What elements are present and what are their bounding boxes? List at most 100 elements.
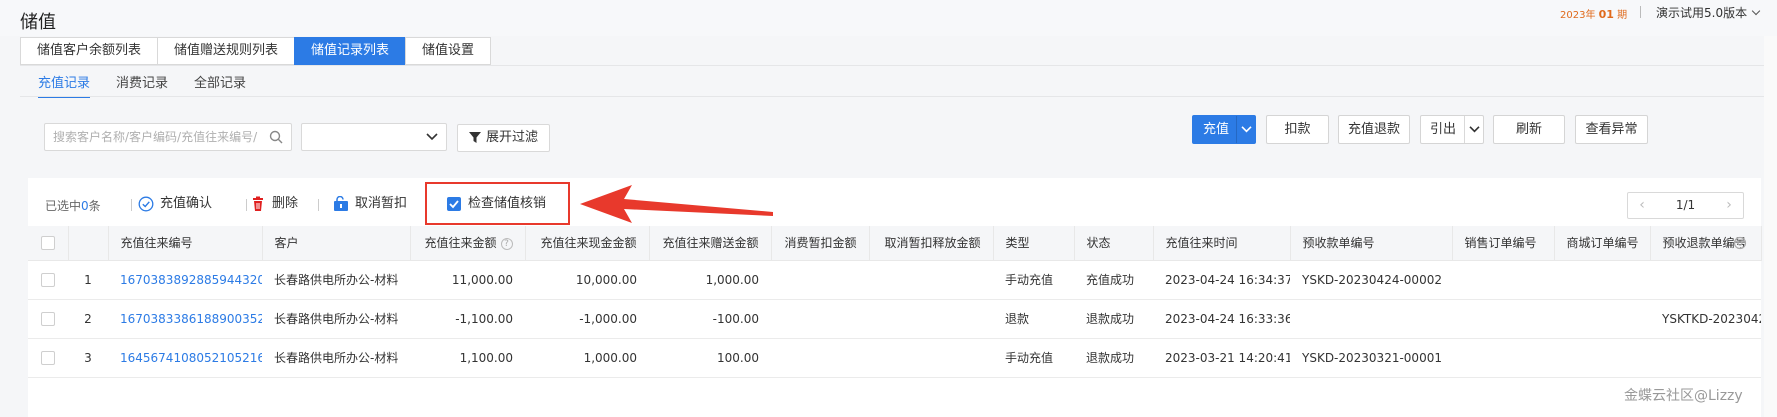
col-header[interactable]: 类型 xyxy=(993,226,1075,261)
col-header[interactable]: 预收款单编号 xyxy=(1290,226,1453,261)
top-bar: 储值 2023年 01 期 演示试用5.0版本 xyxy=(0,0,1777,36)
col-header[interactable]: 销售订单编号 xyxy=(1452,226,1555,261)
action-divider xyxy=(318,199,319,211)
column-settings-gear-icon[interactable] xyxy=(1733,236,1747,250)
customer-cell: 长春路供电所办公-材料 xyxy=(262,299,410,339)
hold-amount-cell xyxy=(771,338,869,378)
type-cell: 手动充值 xyxy=(993,338,1074,378)
tab-customer-balance[interactable]: 储值客户余额列表 xyxy=(20,37,159,65)
period-suffix: 期 xyxy=(1617,10,1628,21)
time-cell: 2023-03-21 14:20:41 xyxy=(1153,338,1290,378)
row-checkbox[interactable] xyxy=(41,272,55,287)
sub-tabs: 充值记录 消费记录 全部记录 xyxy=(38,72,272,98)
export-button[interactable]: 引出 xyxy=(1420,115,1484,144)
status-cell: 退款成功 xyxy=(1074,338,1153,378)
deduct-button[interactable]: 扣款 xyxy=(1266,115,1329,144)
col-header[interactable]: 充值往来编号 xyxy=(108,226,263,261)
sales-order-cell xyxy=(1452,338,1554,378)
help-icon[interactable]: ? xyxy=(500,237,513,250)
tab-stored-value-records[interactable]: 储值记录列表 xyxy=(294,37,407,65)
unlock-icon xyxy=(334,196,348,211)
mall-order-cell xyxy=(1554,338,1650,378)
refund-number-cell xyxy=(1650,338,1761,378)
time-cell: 2023-04-24 16:33:36 xyxy=(1153,299,1290,339)
gift-amount-cell: 100.00 xyxy=(649,338,771,378)
export-dropdown-toggle[interactable] xyxy=(1464,116,1483,143)
page-title: 储值 xyxy=(20,12,56,33)
prev-page-button[interactable]: ‹ xyxy=(1632,193,1652,218)
col-header[interactable]: 充值往来时间 xyxy=(1153,226,1291,261)
record-number-link[interactable]: 1645674108052105216 xyxy=(108,338,262,378)
table-row[interactable]: 3 1645674108052105216 长春路供电所办公-材料 1,100.… xyxy=(28,338,1761,378)
status-cell: 退款成功 xyxy=(1074,299,1153,339)
receipt-number-cell: YSKD-20230424-00002 xyxy=(1290,260,1452,300)
status-cell: 充值成功 xyxy=(1074,260,1153,300)
refund-button[interactable]: 充值退款 xyxy=(1338,115,1410,144)
type-cell: 手动充值 xyxy=(993,260,1074,300)
col-header[interactable]: 商城订单编号 xyxy=(1554,226,1651,261)
tab-gift-rules[interactable]: 储值赠送规则列表 xyxy=(157,37,296,65)
action-divider xyxy=(246,199,247,211)
view-exception-button[interactable]: 查看异常 xyxy=(1575,115,1648,144)
selection-suffix: 条 xyxy=(88,199,101,213)
sales-order-cell xyxy=(1452,299,1554,339)
recharge-label: 充值 xyxy=(1202,122,1229,137)
subtab-consumption-records[interactable]: 消费记录 xyxy=(116,72,168,98)
page-indicator: 1/1 xyxy=(1675,198,1696,212)
amount-cell: 11,000.00 xyxy=(410,260,525,300)
version-dropdown[interactable]: 演示试用5.0版本 xyxy=(1656,4,1759,21)
recharge-button[interactable]: 充值 xyxy=(1192,115,1256,144)
row-checkbox[interactable] xyxy=(41,350,55,365)
chevron-down-icon xyxy=(1468,126,1480,133)
toolbar: 充值 扣款 充值退款 引出 刷新 查看异常 xyxy=(0,115,1777,144)
customer-cell: 长春路供电所办公-材料 xyxy=(262,338,410,378)
selection-count: 0 xyxy=(81,199,89,213)
delete-label: 删除 xyxy=(272,196,299,211)
period-value: 01 xyxy=(1598,8,1614,21)
table-row[interactable]: 1 1670383892885944320 长春路供电所办公-材料 11,000… xyxy=(28,260,1761,300)
recharge-dropdown-toggle[interactable] xyxy=(1236,116,1255,143)
refund-number-cell xyxy=(1650,260,1761,300)
tabs-divider xyxy=(20,65,1772,66)
record-number-link[interactable]: 1670383892885944320 xyxy=(108,260,262,300)
hold-amount-cell xyxy=(771,260,869,300)
select-all-checkbox[interactable] xyxy=(40,236,55,250)
cash-amount-cell: 1,000.00 xyxy=(525,338,649,378)
type-cell: 退款 xyxy=(993,299,1074,339)
subtab-recharge-records[interactable]: 充值记录 xyxy=(38,72,91,98)
records-panel: 已选中0条 充值确认 删除 取消暂扣 检查储值核销 ‹ 1/1 › 充值往来编号… xyxy=(28,178,1762,417)
period-prefix: 2023年 xyxy=(1560,10,1596,21)
row-select-cell xyxy=(28,299,68,339)
header-divider xyxy=(1640,6,1641,18)
cash-amount-cell: 10,000.00 xyxy=(525,260,649,300)
table-row[interactable]: 2 1670383386188900352 长春路供电所办公-材料 -1,100… xyxy=(28,299,1761,339)
col-header[interactable]: 取消暂扣释放金额 xyxy=(869,226,994,261)
col-header[interactable]: 消费暂扣金额 xyxy=(771,226,870,261)
row-index: 2 xyxy=(68,299,108,339)
row-index: 3 xyxy=(68,338,108,378)
col-header[interactable]: 状态 xyxy=(1074,226,1154,261)
refund-number-cell: YSKTKD-20230424- xyxy=(1650,299,1761,339)
time-cell: 2023-04-24 16:34:37 xyxy=(1153,260,1290,300)
tab-stored-value-settings[interactable]: 储值设置 xyxy=(405,37,492,65)
delete-button[interactable]: 删除 xyxy=(250,194,298,214)
gift-amount-cell: -100.00 xyxy=(649,299,771,339)
customer-cell: 长春路供电所办公-材料 xyxy=(262,260,410,300)
row-checkbox[interactable] xyxy=(41,311,55,326)
subtab-all-records[interactable]: 全部记录 xyxy=(194,72,246,98)
receipt-number-cell: YSKD-20230321-00001 xyxy=(1290,338,1452,378)
refresh-button[interactable]: 刷新 xyxy=(1493,115,1565,144)
recharge-confirm-button[interactable]: 充值确认 xyxy=(138,194,212,214)
release-amount-cell xyxy=(869,338,993,378)
col-header[interactable]: 客户 xyxy=(262,226,411,261)
next-page-button[interactable]: › xyxy=(1719,193,1739,218)
cancel-hold-button[interactable]: 取消暂扣 xyxy=(333,194,407,214)
gift-amount-cell: 1,000.00 xyxy=(649,260,771,300)
record-number-link[interactable]: 1670383386188900352 xyxy=(108,299,262,339)
amount-cell: 1,100.00 xyxy=(410,338,525,378)
sales-order-cell xyxy=(1452,260,1554,300)
period-indicator[interactable]: 2023年 01 期 xyxy=(1560,6,1627,21)
col-header[interactable]: 充值往来金额? xyxy=(410,226,526,261)
col-header[interactable]: 充值往来现金金额 xyxy=(525,226,650,261)
col-header[interactable]: 充值往来赠送金额 xyxy=(649,226,772,261)
